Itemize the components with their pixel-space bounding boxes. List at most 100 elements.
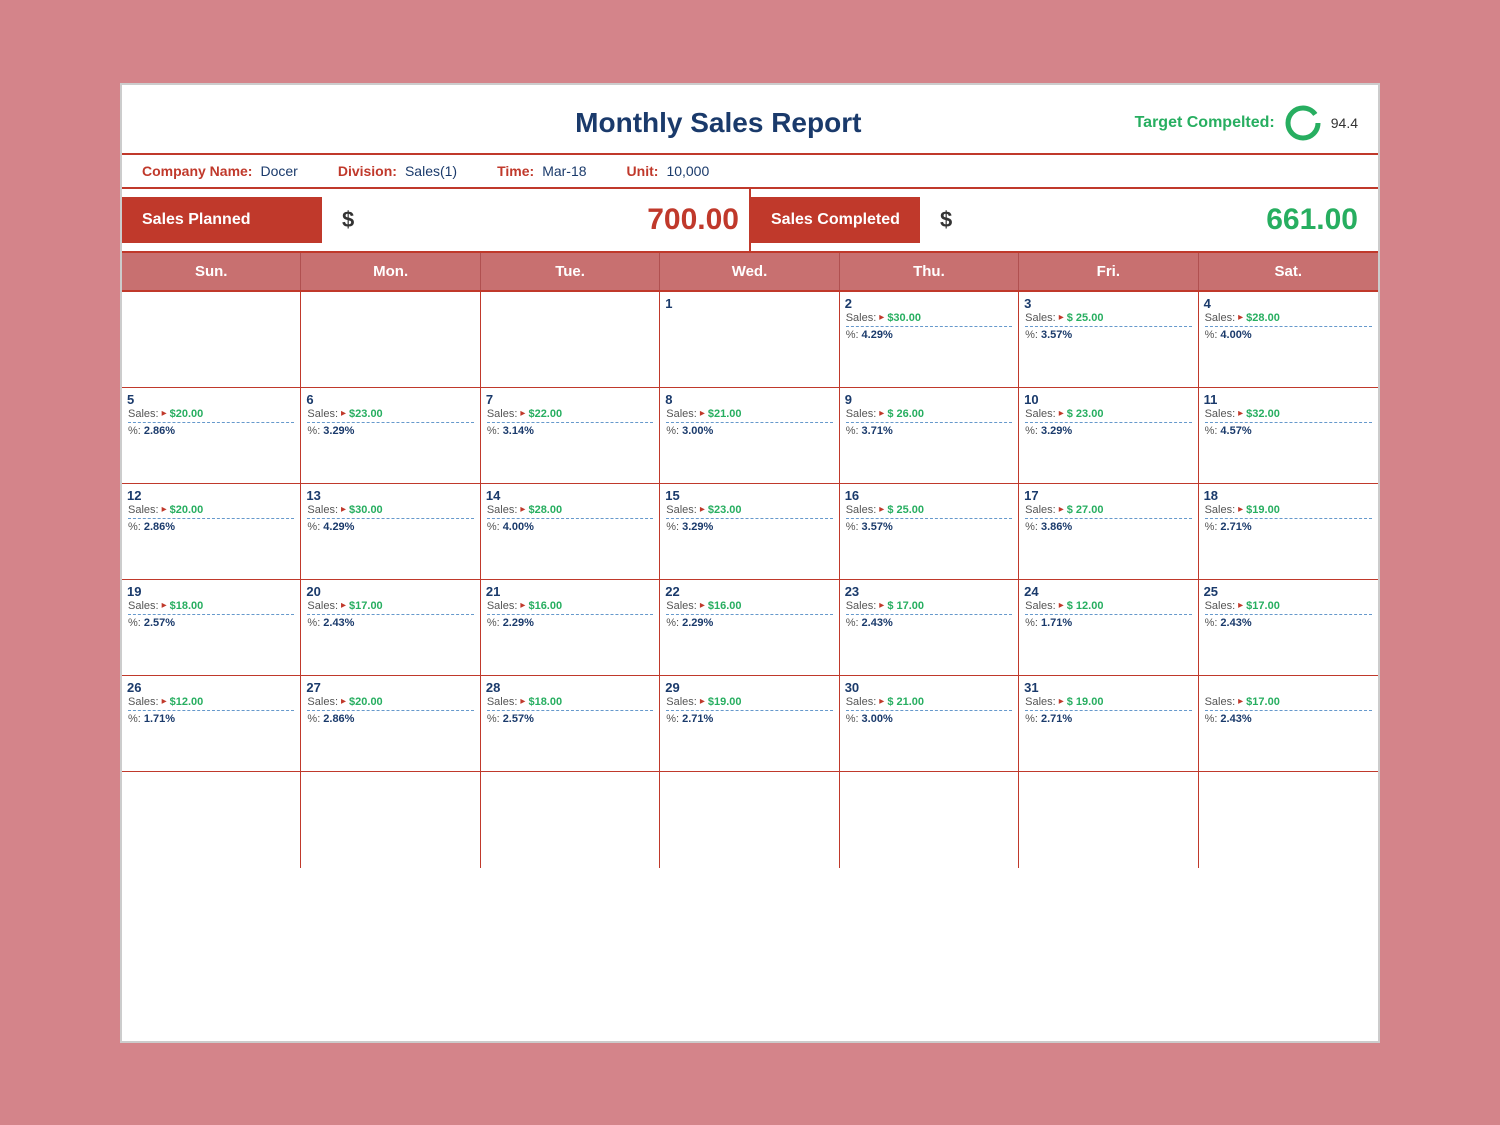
arrow-icon: ▸	[1238, 600, 1243, 611]
pct-value: 3.29%	[323, 425, 354, 437]
sales-line: Sales: ▸ $ 25.00	[846, 504, 1012, 516]
time-info: Time: Mar-18	[497, 163, 586, 179]
pct-line: %: 3.29%	[1025, 425, 1191, 437]
pct-text: %:	[846, 329, 859, 341]
sales-line: Sales: ▸ $ 12.00	[1025, 600, 1191, 612]
calendar-week: 26Sales: ▸ $12.00%: 1.71%27Sales: ▸ $20.…	[122, 676, 1378, 772]
pct-line: %: 2.71%	[1205, 521, 1372, 533]
pct-value: 2.86%	[144, 521, 175, 533]
arrow-icon: ▸	[1238, 408, 1243, 419]
time-value: Mar-18	[542, 163, 586, 179]
day-number: 12	[127, 488, 141, 503]
arrow-icon: ▸	[700, 408, 705, 419]
arrow-icon: ▸	[520, 696, 525, 707]
day-headers: Sun.Mon.Tue.Wed.Thu.Fri.Sat.	[122, 253, 1378, 292]
arrow-icon: ▸	[162, 696, 167, 707]
day-number: 10	[1024, 392, 1038, 407]
sales-line: Sales: ▸ $16.00	[487, 600, 653, 612]
pct-text: %:	[128, 617, 141, 629]
sales-line: Sales: ▸ $12.00	[128, 696, 294, 708]
pct-value: 2.71%	[682, 713, 713, 725]
pct-text: %:	[1025, 713, 1038, 725]
sales-text: Sales:	[128, 696, 159, 708]
sales-line: Sales: ▸ $21.00	[666, 408, 832, 420]
company-name: Docer	[260, 163, 297, 179]
sales-value: $20.00	[170, 408, 204, 420]
pct-text: %:	[666, 425, 679, 437]
sales-line: Sales: ▸ $22.00	[487, 408, 653, 420]
sales-line: Sales: ▸ $20.00	[128, 504, 294, 516]
sales-value: $18.00	[170, 600, 204, 612]
calendar-day: 24Sales: ▸ $ 12.00 %: 1.71%	[1019, 580, 1198, 675]
sales-planned-section: Sales Planned $ 700.00	[122, 189, 751, 251]
sales-line: Sales: ▸ $17.00	[1205, 696, 1372, 708]
sales-line: Sales: ▸ $18.00	[487, 696, 653, 708]
sales-value: $20.00	[170, 504, 204, 516]
pct-line: %: 3.00%	[846, 713, 1012, 725]
sales-value: $ 17.00	[887, 600, 924, 612]
sales-line: Sales: ▸ $ 26.00	[846, 408, 1012, 420]
pct-line: %: 2.57%	[128, 617, 294, 629]
calendar-day: 29Sales: ▸ $19.00%: 2.71%	[660, 676, 839, 771]
pct-value: 3.00%	[682, 425, 713, 437]
sales-text: Sales:	[846, 408, 877, 420]
pct-text: %:	[487, 617, 500, 629]
pct-line: %: 2.43%	[1205, 617, 1372, 629]
day-number: 24	[1024, 584, 1038, 599]
pct-text: %:	[1025, 521, 1038, 533]
pct-line: %: 2.29%	[487, 617, 653, 629]
pct-value: 4.29%	[323, 521, 354, 533]
arrow-icon: ▸	[520, 504, 525, 515]
day-number: 31	[1024, 680, 1038, 695]
calendar-day: 16Sales: ▸ $ 25.00%: 3.57%	[840, 484, 1019, 579]
sales-value: $28.00	[528, 504, 562, 516]
sales-planned-amount: 700.00	[364, 189, 749, 251]
pct-text: %:	[307, 713, 320, 725]
info-row: Company Name: Docer Division: Sales(1) T…	[122, 155, 1378, 189]
day-number: 23	[845, 584, 859, 599]
day-number: 5	[127, 392, 134, 407]
sales-text: Sales:	[487, 696, 518, 708]
pct-text: %:	[1205, 521, 1218, 533]
pct-line: %: 3.14%	[487, 425, 653, 437]
pct-line: %: 3.57%	[1025, 329, 1191, 341]
pct-value: 3.14%	[503, 425, 534, 437]
sales-text: Sales:	[1205, 408, 1236, 420]
sales-line: Sales: ▸ $28.00	[487, 504, 653, 516]
calendar-day: 22Sales: ▸ $16.00%: 2.29%	[660, 580, 839, 675]
calendar-day: 4Sales: ▸ $28.00%: 4.00%	[1199, 292, 1378, 387]
target-label: Target Compelted:	[1135, 114, 1275, 132]
division-label: Division:	[338, 163, 397, 179]
calendar-day: 15Sales: ▸ $23.00%: 3.29%	[660, 484, 839, 579]
day-number: 30	[845, 680, 859, 695]
pct-line: %: 2.43%	[1205, 713, 1372, 725]
division-value: Sales(1)	[405, 163, 457, 179]
calendar-day: 27Sales: ▸ $20.00%: 2.86%	[301, 676, 480, 771]
day-number: 19	[127, 584, 141, 599]
pct-line: %: 2.57%	[487, 713, 653, 725]
pct-value: 4.57%	[1220, 425, 1251, 437]
pct-line: %: 1.71%	[1025, 617, 1191, 629]
day-header: Sun.	[122, 253, 301, 290]
pct-line: %: 2.71%	[1025, 713, 1191, 725]
sales-text: Sales:	[666, 408, 697, 420]
calendar-day	[301, 772, 480, 868]
sales-line: Sales: ▸ $19.00	[666, 696, 832, 708]
sales-text: Sales:	[666, 696, 697, 708]
sales-line: Sales: ▸ $30.00	[307, 504, 473, 516]
sales-value: $ 19.00	[1067, 696, 1104, 708]
pct-value: 2.57%	[144, 617, 175, 629]
day-number: 26	[127, 680, 141, 695]
report-container: Monthly Sales Report Target Compelted: 9…	[120, 83, 1380, 1043]
calendar-day: 12Sales: ▸ $20.00%: 2.86%	[122, 484, 301, 579]
pct-value: 2.43%	[323, 617, 354, 629]
calendar-day	[481, 292, 660, 387]
sales-text: Sales:	[487, 600, 518, 612]
sales-value: $ 26.00	[887, 408, 924, 420]
day-number: 16	[845, 488, 859, 503]
pct-text: %:	[1205, 425, 1218, 437]
pct-value: 2.86%	[323, 713, 354, 725]
arrow-icon: ▸	[520, 600, 525, 611]
arrow-icon: ▸	[1059, 312, 1064, 323]
report-title: Monthly Sales Report	[302, 107, 1135, 139]
